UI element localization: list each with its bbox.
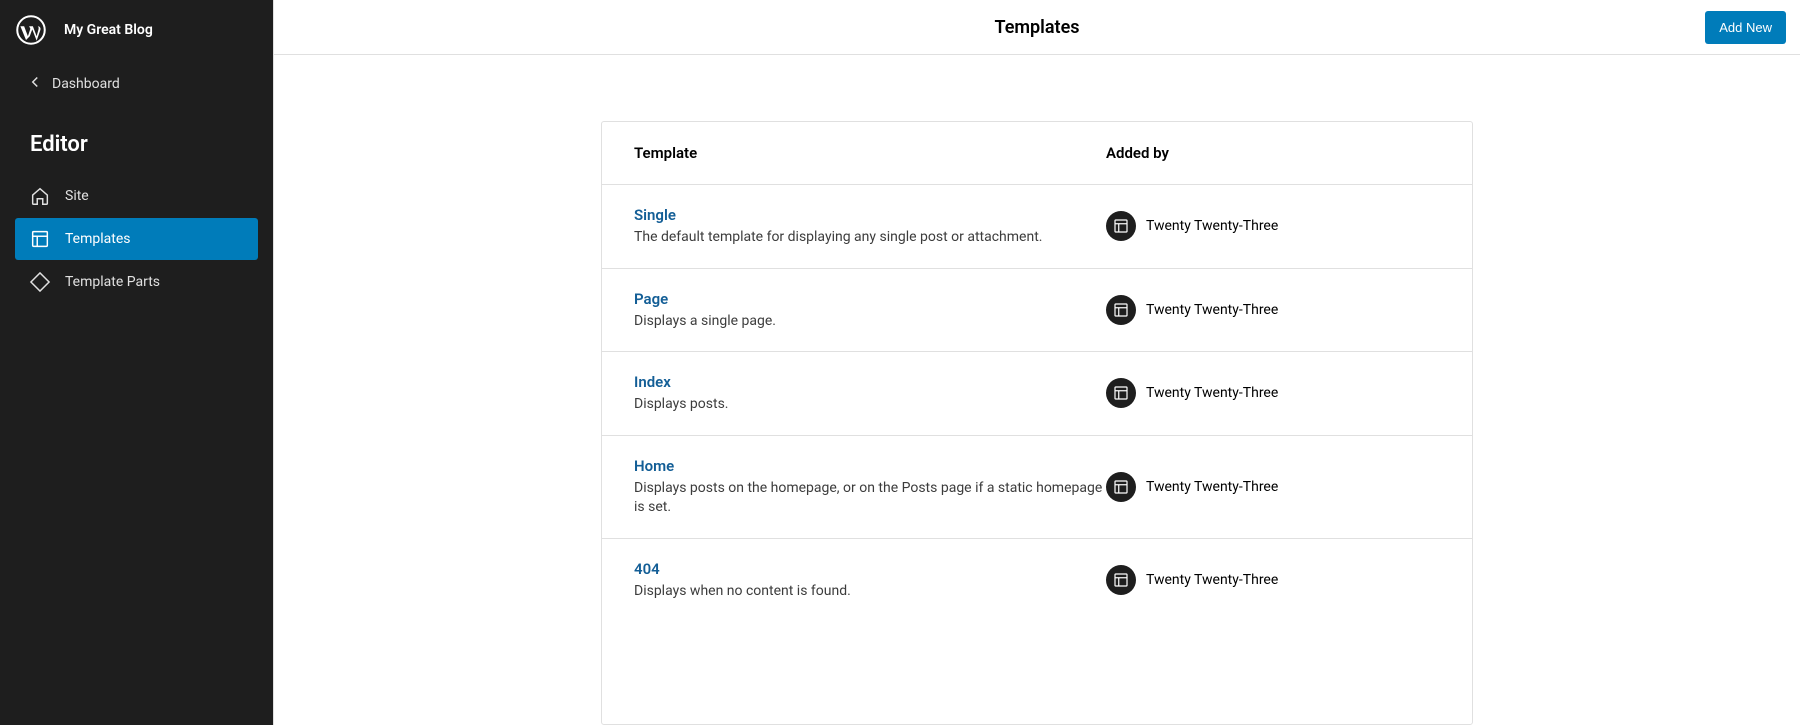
- template-description: Displays when no content is found.: [634, 582, 1106, 602]
- theme-name: Twenty Twenty-Three: [1146, 302, 1278, 318]
- sidebar-section-title: Editor: [0, 108, 273, 175]
- home-icon: [29, 185, 51, 207]
- content-area: Template Added by Single The default temp…: [274, 55, 1800, 725]
- sidebar: My Great Blog Dashboard Editor Site Temp…: [0, 0, 273, 725]
- added-by-cell: Twenty Twenty-Three: [1106, 211, 1440, 241]
- table-row: 404 Displays when no content is found. Twe…: [602, 538, 1472, 622]
- template-name-link[interactable]: Home: [634, 457, 674, 475]
- template-description: Displays a single page.: [634, 312, 1106, 332]
- theme-name: Twenty Twenty-Three: [1146, 572, 1278, 588]
- sidebar-item-templates[interactable]: Templates: [15, 218, 258, 260]
- theme-icon: [1106, 565, 1136, 595]
- layout-icon: [29, 228, 51, 250]
- site-title[interactable]: My Great Blog: [64, 22, 153, 38]
- template-description: Displays posts on the homepage, or on th…: [634, 479, 1106, 518]
- sidebar-item-site[interactable]: Site: [15, 175, 258, 217]
- sidebar-nav: Site Templates Template Parts: [0, 175, 273, 303]
- template-cell: Page Displays a single page.: [634, 289, 1106, 332]
- topbar: Templates Add New: [274, 0, 1800, 55]
- theme-icon: [1106, 211, 1136, 241]
- table-row: Home Displays posts on the homepage, or o…: [602, 435, 1472, 538]
- chevron-left-icon: [26, 73, 44, 95]
- templates-table: Template Added by Single The default temp…: [601, 121, 1473, 725]
- page-title: Templates: [994, 17, 1079, 38]
- theme-name: Twenty Twenty-Three: [1146, 385, 1278, 401]
- add-new-button[interactable]: Add New: [1705, 11, 1786, 44]
- table-header: Template Added by: [602, 122, 1472, 184]
- back-label: Dashboard: [52, 76, 120, 92]
- template-cell: 404 Displays when no content is found.: [634, 559, 1106, 602]
- theme-name: Twenty Twenty-Three: [1146, 218, 1278, 234]
- template-cell: Single The default template for displayin…: [634, 205, 1106, 248]
- template-name-link[interactable]: 404: [634, 560, 660, 578]
- template-cell: Home Displays posts on the homepage, or o…: [634, 456, 1106, 518]
- main: Templates Add New Template Added by Sing…: [273, 0, 1800, 725]
- table-row: Single The default template for displayin…: [602, 184, 1472, 268]
- back-to-dashboard-link[interactable]: Dashboard: [0, 60, 273, 108]
- added-by-cell: Twenty Twenty-Three: [1106, 378, 1440, 408]
- template-cell: Index Displays posts.: [634, 372, 1106, 415]
- theme-icon: [1106, 378, 1136, 408]
- added-by-cell: Twenty Twenty-Three: [1106, 565, 1440, 595]
- theme-name: Twenty Twenty-Three: [1146, 479, 1278, 495]
- template-parts-icon: [29, 271, 51, 293]
- added-by-cell: Twenty Twenty-Three: [1106, 295, 1440, 325]
- template-name-link[interactable]: Index: [634, 373, 671, 391]
- table-row: Page Displays a single page. Twenty Twenty…: [602, 268, 1472, 352]
- template-name-link[interactable]: Page: [634, 290, 668, 308]
- added-by-cell: Twenty Twenty-Three: [1106, 472, 1440, 502]
- template-description: Displays posts.: [634, 395, 1106, 415]
- sidebar-item-label: Templates: [65, 231, 131, 247]
- theme-icon: [1106, 295, 1136, 325]
- column-header-added-by: Added by: [1106, 144, 1440, 162]
- template-name-link[interactable]: Single: [634, 206, 676, 224]
- theme-icon: [1106, 472, 1136, 502]
- sidebar-item-label: Template Parts: [65, 274, 160, 290]
- column-header-template: Template: [634, 144, 1106, 162]
- template-description: The default template for displaying any …: [634, 228, 1106, 248]
- sidebar-header: My Great Blog: [0, 0, 273, 60]
- sidebar-item-template-parts[interactable]: Template Parts: [15, 261, 258, 303]
- sidebar-item-label: Site: [65, 188, 89, 204]
- wordpress-logo-icon[interactable]: [16, 15, 46, 45]
- table-row: Index Displays posts. Twenty Twenty-Three: [602, 351, 1472, 435]
